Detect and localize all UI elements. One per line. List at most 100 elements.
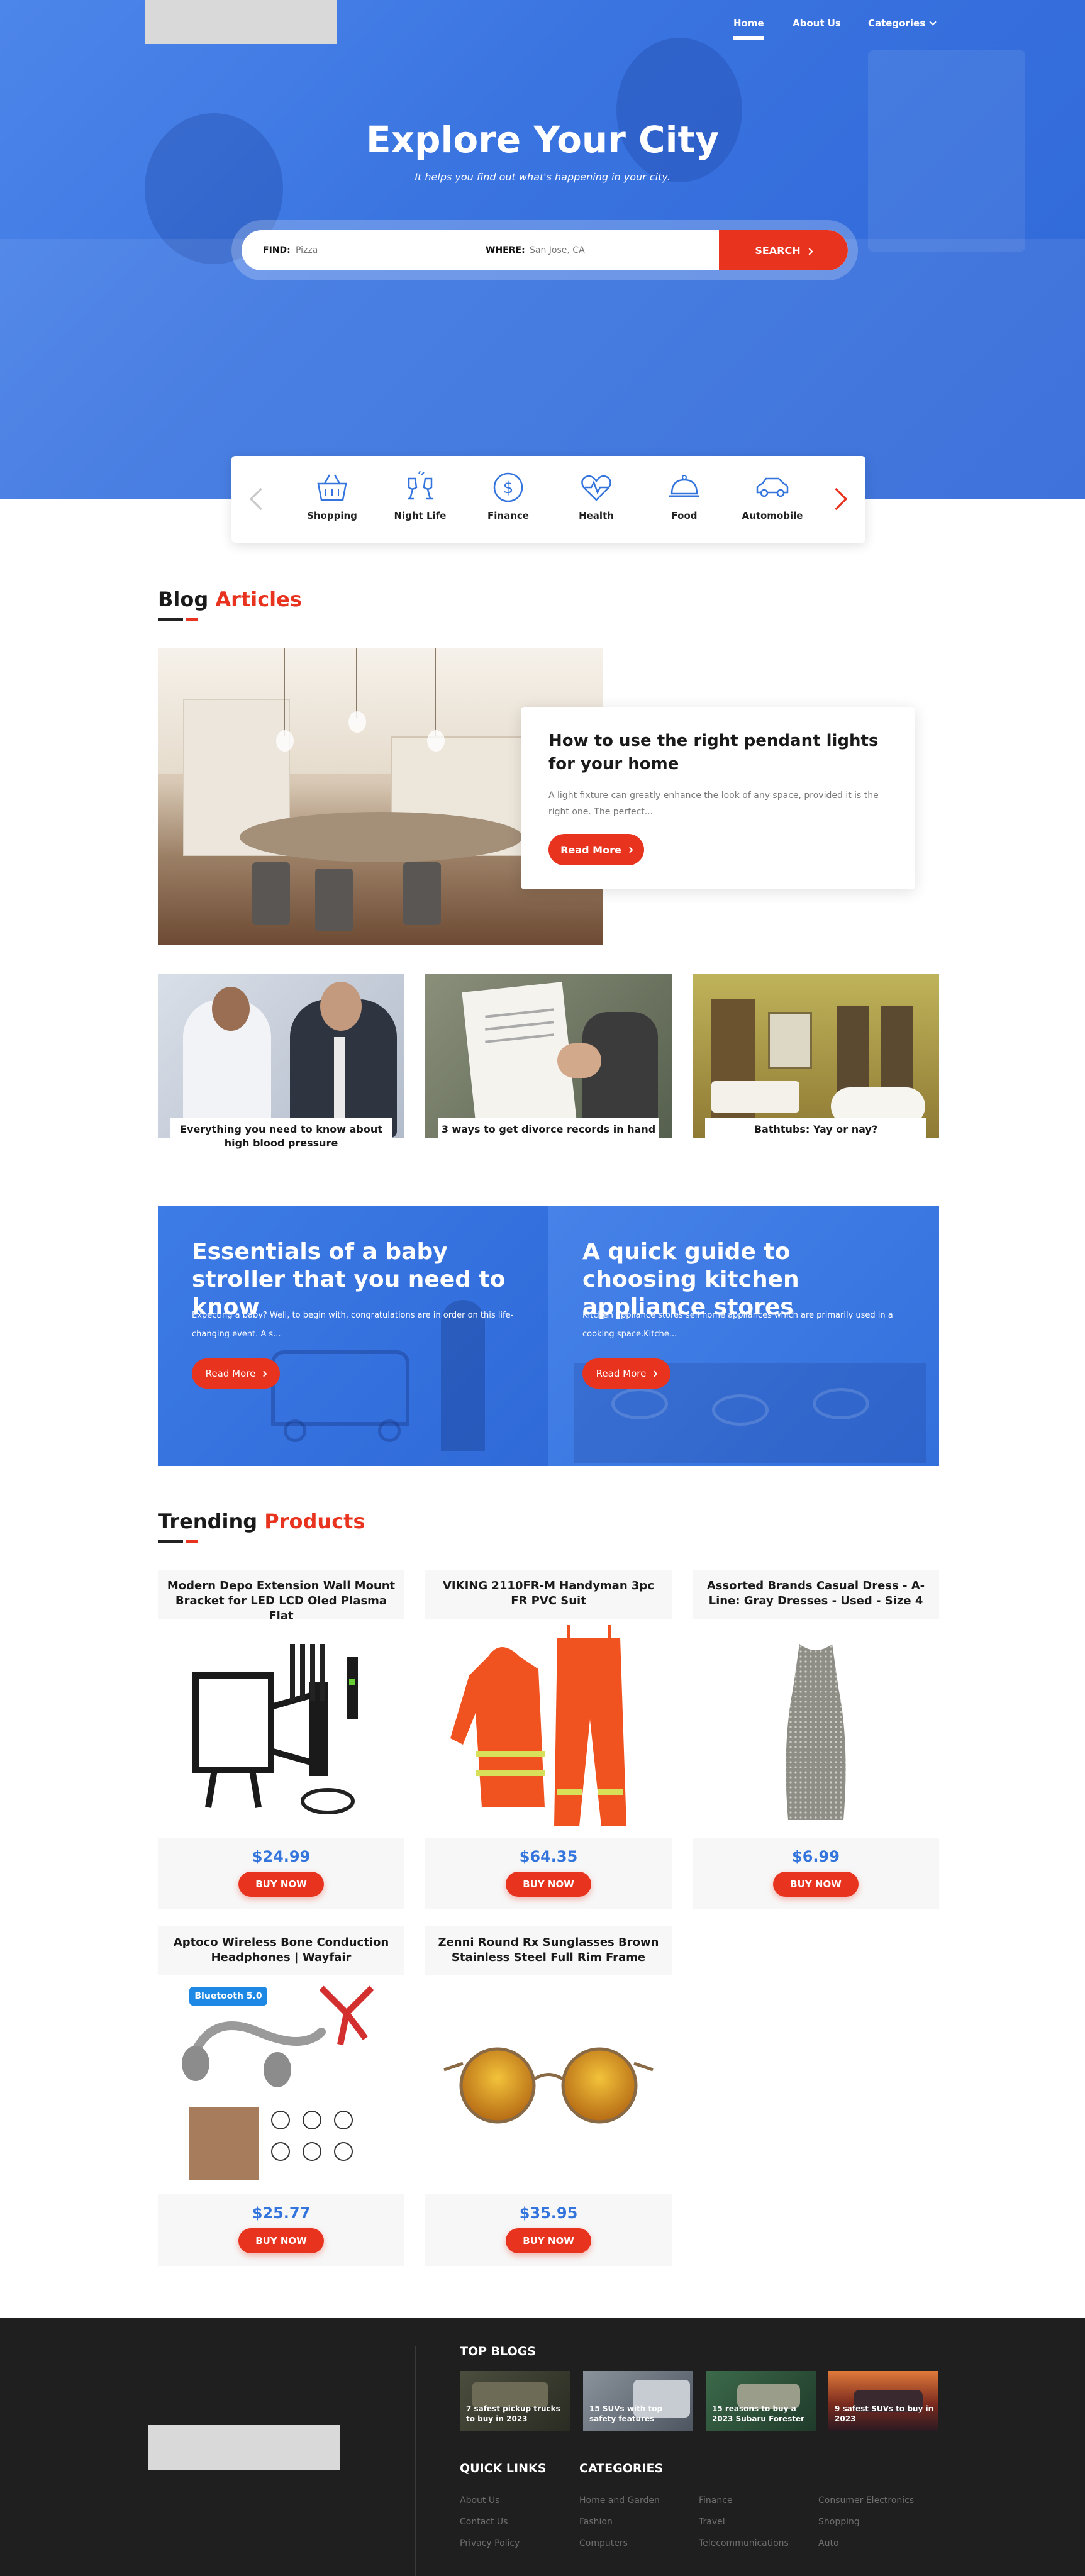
product-price: $6.99	[792, 1848, 840, 1865]
where-label: WHERE:	[486, 245, 525, 255]
blog-card[interactable]: Everything you need to know about high b…	[158, 974, 404, 1153]
product-card[interactable]: Zenni Round Rx Sunglasses Brown Stainles…	[425, 1926, 672, 2266]
promo-banner[interactable]: A quick guide to choosing kitchen applia…	[548, 1206, 939, 1466]
buy-now-button[interactable]: BUY NOW	[506, 1872, 591, 1897]
footer-blog-card[interactable]: 7 safest pickup trucks to buy in 2023	[460, 2371, 570, 2431]
footer-category-link[interactable]: Shopping	[818, 2517, 860, 2527]
footer-logo[interactable]	[148, 2425, 340, 2470]
product-title: Modern Depo Extension Wall Mount Bracket…	[167, 1579, 396, 1623]
footer-category-link[interactable]: Computers	[579, 2538, 628, 2548]
footer-divider	[415, 2346, 416, 2576]
read-more-label: Read More	[560, 843, 621, 856]
promo-read-more-button[interactable]: Read More	[192, 1358, 280, 1389]
product-title: VIKING 2110FR-M Handyman 3pc FR PVC Suit	[443, 1579, 654, 1607]
product-card[interactable]: Modern Depo Extension Wall Mount Bracket…	[158, 1570, 404, 1909]
featured-article-title[interactable]: How to use the right pendant lights for …	[548, 730, 887, 776]
hero-section: Home About Us Categories Explore Your Ci…	[0, 0, 1085, 499]
chevron-right-icon	[805, 247, 813, 255]
search-button[interactable]: SEARCH	[719, 230, 848, 270]
category-item-night-life[interactable]: Night Life	[382, 470, 458, 521]
footer-blog-title: 15 SUVs with top safety features	[589, 2404, 663, 2423]
category-carousel: Shopping Night Life $ Finance Health Foo…	[231, 456, 865, 543]
search-bar: FIND: WHERE: SEARCH	[242, 230, 848, 270]
nav-categories[interactable]: Categories	[868, 18, 937, 29]
category-item-health[interactable]: Health	[559, 470, 634, 521]
footer-link-privacy[interactable]: Privacy Policy	[460, 2538, 520, 2548]
featured-article-excerpt: A light fixture can greatly enhance the …	[548, 791, 879, 817]
category-label: Night Life	[394, 510, 447, 521]
product-price: $64.35	[519, 1848, 578, 1865]
chevron-down-icon	[929, 18, 937, 26]
footer-blog-title: 9 safest SUVs to buy in 2023	[835, 2404, 934, 2423]
product-card[interactable]: VIKING 2110FR-M Handyman 3pc FR PVC Suit…	[425, 1570, 672, 1909]
footer-category-link[interactable]: Fashion	[579, 2517, 613, 2527]
footer-blog-card[interactable]: 15 reasons to buy a 2023 Subaru Forester	[706, 2371, 816, 2431]
buy-now-button[interactable]: BUY NOW	[238, 2228, 324, 2253]
car-icon	[756, 477, 789, 497]
cheers-glasses-icon	[408, 470, 433, 500]
promo-excerpt: Expecting a baby? Well, to begin with, c…	[192, 1311, 514, 1339]
category-item-shopping[interactable]: Shopping	[294, 470, 370, 521]
footer-blog-card[interactable]: 9 safest SUVs to buy in 2023	[828, 2371, 938, 2431]
category-label: Automobile	[742, 510, 803, 521]
buy-now-button[interactable]: BUY NOW	[506, 2228, 591, 2253]
category-label: Shopping	[307, 510, 357, 521]
product-price: $24.99	[252, 1848, 311, 1865]
nav-active-underline	[733, 38, 764, 40]
promo-banner[interactable]: Essentials of a baby stroller that you n…	[158, 1206, 548, 1466]
product-card[interactable]: Assorted Brands Casual Dress - A-Line: G…	[693, 1570, 939, 1909]
top-blogs-heading: TOP BLOGS	[460, 2345, 536, 2358]
featured-read-more-button[interactable]: Read More	[548, 834, 644, 865]
category-item-food[interactable]: Food	[647, 470, 722, 521]
product-price: $25.77	[252, 2204, 311, 2222]
product-image	[693, 1619, 939, 1838]
blog-card[interactable]: 3 ways to get divorce records in hand	[425, 974, 672, 1153]
footer-blog-title: 15 reasons to buy a 2023 Subaru Forester	[712, 2404, 805, 2423]
products-heading-accent: Products	[264, 1509, 365, 1533]
quick-links-heading: QUICK LINKS	[460, 2462, 547, 2475]
category-label: Health	[579, 510, 614, 521]
blog-card-title: Bathtubs: Yay or nay?	[705, 1118, 926, 1153]
footer-category-link[interactable]: Telecommunications	[699, 2538, 789, 2548]
products-heading-main: Trending	[158, 1509, 258, 1533]
footer-category-link[interactable]: Travel	[699, 2517, 725, 2527]
category-label: Food	[671, 510, 698, 521]
product-card[interactable]: Aptoco Wireless Bone Conduction Headphon…	[158, 1926, 404, 2266]
blog-card-image	[425, 974, 672, 1138]
dollar-coin-icon: $	[493, 472, 523, 502]
footer-link-about[interactable]: About Us	[460, 2496, 499, 2506]
footer-link-contact[interactable]: Contact Us	[460, 2517, 508, 2527]
nav-home[interactable]: Home	[733, 18, 764, 38]
category-label: Finance	[487, 510, 529, 521]
site-logo[interactable]	[145, 0, 337, 44]
buy-now-button[interactable]: BUY NOW	[238, 1872, 324, 1897]
chevron-right-icon	[260, 1370, 267, 1377]
product-image: Bluetooth 5.0	[158, 1975, 404, 2194]
products-heading: Trending Products	[158, 1509, 365, 1533]
blog-heading-main: Blog	[158, 587, 209, 611]
footer-blog-card[interactable]: 15 SUVs with top safety features	[583, 2371, 693, 2431]
where-input[interactable]	[530, 240, 687, 260]
find-input[interactable]	[296, 240, 453, 260]
nav-about[interactable]: About Us	[793, 18, 841, 29]
category-item-automobile[interactable]: Automobile	[735, 470, 810, 521]
footer-category-link[interactable]: Home and Garden	[579, 2496, 660, 2506]
svg-text:$: $	[503, 479, 514, 497]
category-item-finance[interactable]: $ Finance	[470, 470, 546, 521]
footer-category-link[interactable]: Finance	[699, 2496, 733, 2506]
blog-card[interactable]: Bathtubs: Yay or nay?	[693, 974, 939, 1153]
product-image	[425, 1619, 672, 1838]
shopping-basket-icon	[317, 474, 347, 501]
find-label: FIND:	[263, 245, 291, 255]
buy-now-button[interactable]: BUY NOW	[773, 1872, 859, 1897]
carousel-prev-button[interactable]	[245, 484, 270, 515]
chevron-right-icon	[626, 847, 633, 853]
promo-read-more-button[interactable]: Read More	[582, 1358, 670, 1389]
product-title: Assorted Brands Casual Dress - A-Line: G…	[706, 1579, 925, 1607]
footer-category-link[interactable]: Consumer Electronics	[818, 2496, 914, 2506]
footer-blog-title: 7 safest pickup trucks to buy in 2023	[466, 2404, 560, 2423]
blog-heading: Blog Articles	[158, 587, 302, 611]
search-container: FIND: WHERE: SEARCH	[231, 220, 858, 280]
footer-category-link[interactable]: Auto	[818, 2538, 839, 2548]
carousel-next-button[interactable]	[826, 484, 852, 515]
